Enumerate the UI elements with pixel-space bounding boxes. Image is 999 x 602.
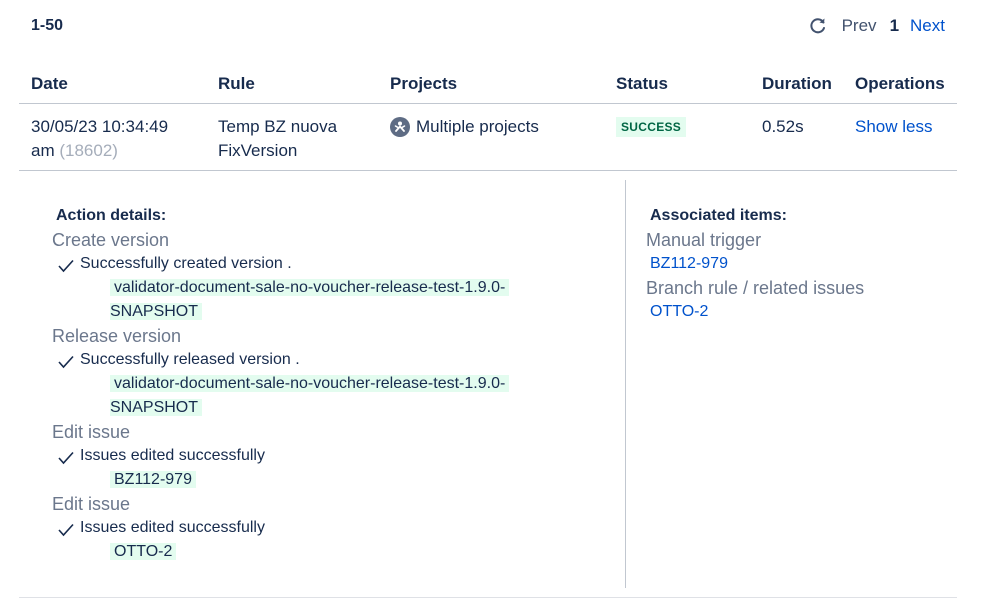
next-page-button[interactable]: Next <box>910 16 945 36</box>
issue-link[interactable]: OTTO-2 <box>646 300 864 324</box>
issue-code: OTTO-2 <box>110 540 509 564</box>
row-rule: Temp BZ nuova FixVersion <box>218 117 338 160</box>
refresh-icon[interactable] <box>808 16 828 36</box>
associated-group-title: Branch rule / related issues <box>646 278 865 298</box>
associated-items-list: Manual trigger BZ112-979 Branch rule / r… <box>646 228 864 324</box>
associated-group-title: Manual trigger <box>646 230 762 250</box>
status-badge: SUCCESS <box>616 117 687 137</box>
multiple-projects-icon <box>390 117 410 137</box>
action-details-title: Action details: <box>56 207 167 224</box>
action-details-list: Create version Successfully created vers… <box>52 228 510 564</box>
row-duration: 0.52s <box>762 117 804 136</box>
row-projects: Multiple projects <box>390 115 539 139</box>
check-icon <box>58 521 74 537</box>
action-title: Release version <box>52 326 182 346</box>
action-message: Successfully created version . <box>52 252 509 276</box>
version-code: validator-document-sale-no-voucher-relea… <box>110 276 510 324</box>
show-less-link[interactable]: Show less <box>855 115 932 139</box>
details-vertical-divider <box>625 180 626 588</box>
associated-items-title: Associated items: <box>650 207 787 224</box>
action-title: Create version <box>52 230 170 250</box>
action-message: Issues edited successfully <box>52 444 509 468</box>
check-icon <box>58 257 74 273</box>
details-bottom-divider <box>19 597 957 598</box>
row-divider <box>19 170 957 171</box>
check-icon <box>58 353 74 369</box>
header-divider <box>19 103 957 104</box>
issue-code: BZ112-979 <box>110 468 509 492</box>
column-header-date: Date <box>31 74 68 93</box>
pagination: Prev 1 Next <box>808 16 945 36</box>
current-page: 1 <box>889 16 900 35</box>
action-title: Edit issue <box>52 422 131 442</box>
issue-link[interactable]: BZ112-979 <box>646 252 864 276</box>
check-icon <box>58 449 74 465</box>
version-code: validator-document-sale-no-voucher-relea… <box>110 372 510 420</box>
action-message: Issues edited successfully <box>52 516 509 540</box>
column-header-status: Status <box>616 74 668 93</box>
column-header-projects: Projects <box>390 74 458 93</box>
audit-id: (18602) <box>59 141 118 160</box>
row-date: 30/05/23 10:34:49 am (18602) <box>31 117 169 160</box>
action-title: Edit issue <box>52 494 131 514</box>
action-message: Successfully released version . <box>52 348 509 372</box>
column-header-duration: Duration <box>762 74 832 93</box>
column-header-rule: Rule <box>218 74 255 93</box>
result-range: 1-50 <box>31 17 64 34</box>
column-header-operations: Operations <box>855 74 945 93</box>
prev-page-button[interactable]: Prev <box>842 16 877 36</box>
